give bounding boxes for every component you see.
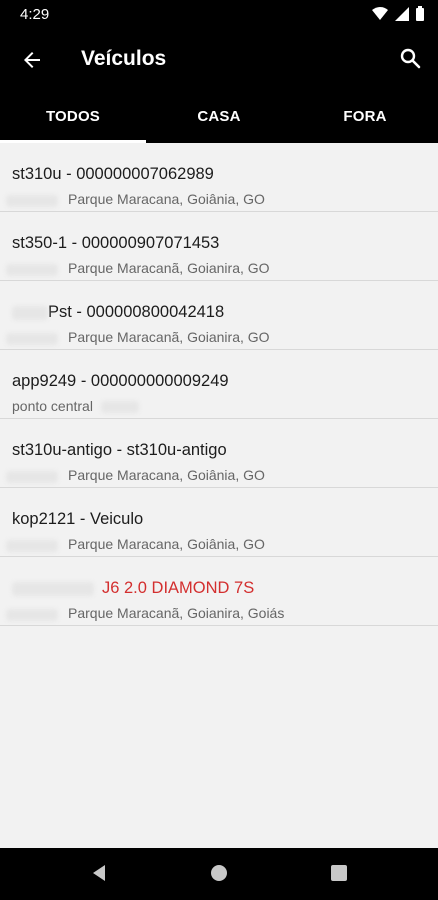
tab-todos[interactable]: TODOS xyxy=(0,90,146,143)
vehicle-title: J6 2.0 DIAMOND 7S xyxy=(102,579,255,597)
vehicle-address-row: Parque Maracana, Goiânia, GO xyxy=(6,191,265,207)
tab-casa[interactable]: CASA xyxy=(146,90,292,143)
vehicle-title: st310u - 000000007062989 xyxy=(12,165,214,183)
system-nav-bar xyxy=(0,848,438,900)
list-item[interactable]: app9249 - 000000000009249 ponto central xyxy=(0,350,438,419)
vehicle-address: Parque Maracana, Goiânia, GO xyxy=(68,536,265,552)
redacted-text xyxy=(6,333,58,345)
vehicle-title: app9249 - 000000000009249 xyxy=(12,372,229,390)
redacted-text xyxy=(6,609,58,621)
list-item[interactable]: J6 2.0 DIAMOND 7S Parque Maracanã, Goian… xyxy=(0,557,438,626)
vehicle-title-row: J6 2.0 DIAMOND 7S xyxy=(12,579,254,598)
redacted-text xyxy=(6,471,58,483)
vehicle-title: st350-1 - 000000907071453 xyxy=(12,234,220,252)
vehicle-address: ponto central xyxy=(12,398,93,414)
app-bar: Veículos xyxy=(0,30,438,90)
nav-recents-icon[interactable] xyxy=(329,863,349,883)
redacted-text xyxy=(12,581,94,596)
vehicle-address-row: Parque Maracanã, Goianira, GO xyxy=(6,260,270,276)
vehicle-address: Parque Maracanã, Goianira, GO xyxy=(68,260,270,276)
redacted-text xyxy=(6,195,58,207)
wifi-icon xyxy=(372,6,388,20)
redacted-text xyxy=(100,401,139,414)
arrow-back-icon[interactable] xyxy=(20,48,44,72)
nav-home-icon[interactable] xyxy=(209,863,229,883)
vehicle-list: st310u - 000000007062989 Parque Maracana… xyxy=(0,143,438,626)
redacted-text xyxy=(12,305,48,320)
vehicle-title: Pst - 000000800042418 xyxy=(48,303,225,321)
vehicle-title-row: Pst - 000000800042418 xyxy=(12,303,224,322)
redacted-text xyxy=(6,264,58,276)
tab-bar: TODOS CASA FORA xyxy=(0,90,438,143)
search-icon[interactable] xyxy=(398,46,422,70)
list-item[interactable]: st310u-antigo - st310u-antigo Parque Mar… xyxy=(0,419,438,488)
vehicle-title: st310u-antigo - st310u-antigo xyxy=(12,441,227,459)
vehicle-address-row: ponto central xyxy=(12,398,139,414)
tab-fora[interactable]: FORA xyxy=(292,90,438,143)
vehicle-title: kop2121 - Veiculo xyxy=(12,510,144,528)
battery-icon xyxy=(416,6,424,21)
status-icons xyxy=(372,6,424,21)
status-bar: 4:29 xyxy=(0,0,438,30)
vehicle-address: Parque Maracanã, Goianira, Goiás xyxy=(68,605,285,621)
status-time: 4:29 xyxy=(20,6,50,23)
list-item[interactable]: st310u - 000000007062989 Parque Maracana… xyxy=(0,143,438,212)
vehicle-address-row: Parque Maracanã, Goianira, GO xyxy=(6,329,270,345)
redacted-text xyxy=(6,540,58,552)
vehicle-address: Parque Maracana, Goiânia, GO xyxy=(68,467,265,483)
page-title: Veículos xyxy=(81,47,167,70)
signal-icon xyxy=(395,6,409,21)
nav-back-icon[interactable] xyxy=(89,863,109,883)
vehicle-address-row: Parque Maracanã, Goianira, Goiás xyxy=(6,605,285,621)
vehicle-address: Parque Maracana, Goiânia, GO xyxy=(68,191,265,207)
vehicle-address: Parque Maracanã, Goianira, GO xyxy=(68,329,270,345)
list-item[interactable]: Pst - 000000800042418 Parque Maracanã, G… xyxy=(0,281,438,350)
vehicle-address-row: Parque Maracana, Goiânia, GO xyxy=(6,467,265,483)
list-item[interactable]: kop2121 - Veiculo Parque Maracana, Goiân… xyxy=(0,488,438,557)
list-item[interactable]: st350-1 - 000000907071453 Parque Maracan… xyxy=(0,212,438,281)
vehicle-address-row: Parque Maracana, Goiânia, GO xyxy=(6,536,265,552)
